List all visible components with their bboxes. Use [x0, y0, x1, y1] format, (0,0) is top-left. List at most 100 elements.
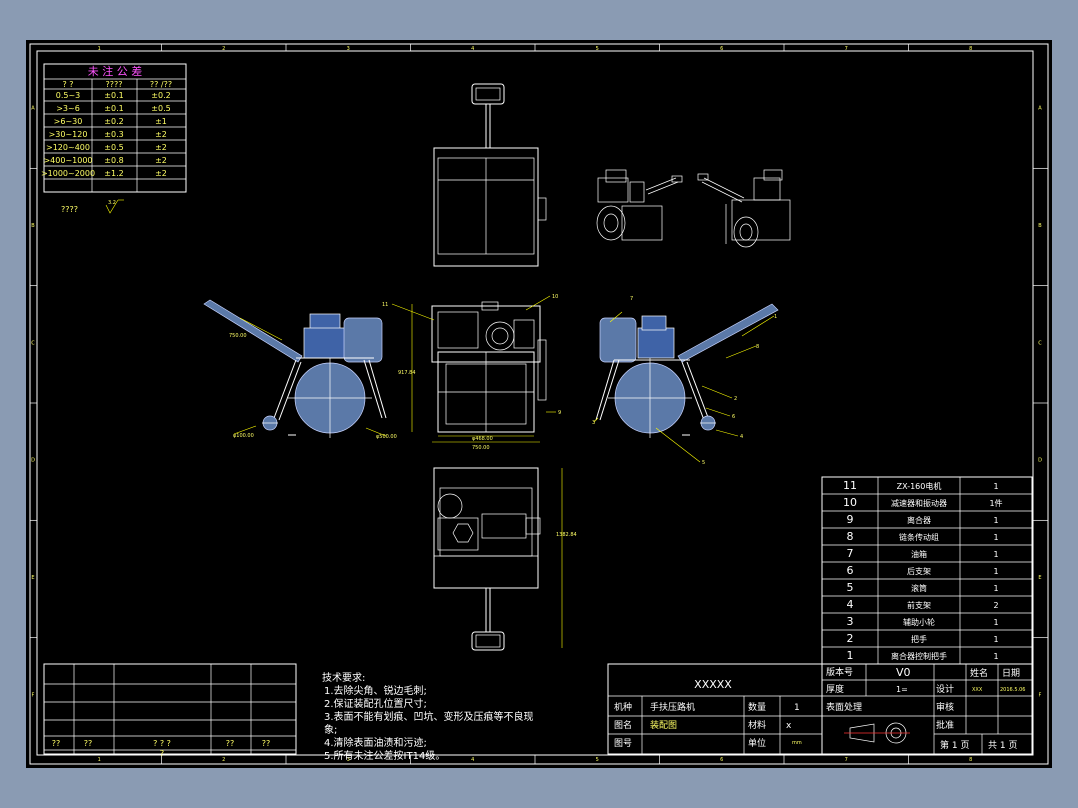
dim-plan-length: 1382.84 [556, 532, 577, 538]
callout-10: 10 [552, 294, 558, 300]
zone-row-B: B [1038, 223, 1042, 229]
revision-table: ???? ? ? ?????? [43, 663, 297, 758]
part-number: 7 [847, 547, 854, 560]
parts-list-row: 10 减速器和振动器 1件 [843, 496, 1003, 509]
tech-requirements-title: 技术要求: [322, 671, 365, 684]
dim-overall-height: 917.84 [398, 370, 416, 376]
page-total: 共 1 页 [988, 740, 1017, 751]
revision-label: ? ? ? [153, 739, 171, 748]
zone-col-5: 5 [596, 46, 599, 52]
part-number: 10 [843, 496, 857, 509]
model-value: 手扶压路机 [650, 701, 695, 713]
part-number: 5 [847, 581, 854, 594]
model-label: 机种 [614, 701, 632, 713]
zone-row-D: D [31, 458, 35, 464]
callout-3: 3 [592, 420, 595, 426]
tolerance-header: ???? [106, 80, 123, 89]
zone-row-E: E [1038, 575, 1041, 581]
part-number: 3 [847, 615, 854, 628]
zone-row-A: A [1038, 106, 1042, 112]
zone-row-C: C [1038, 340, 1042, 346]
parts-list-row: 5 滚筒 1 [847, 581, 999, 594]
tolerance-cell: >6~30 [54, 117, 83, 126]
zone-col-4: 4 [471, 757, 474, 763]
part-number: 6 [847, 564, 854, 577]
part-quantity: 1 [993, 635, 998, 644]
zone-row-C: C [31, 340, 35, 346]
tolerance-cell: ±2 [155, 130, 167, 139]
part-name: 离合器 [907, 515, 931, 525]
zone-col-7: 7 [845, 46, 848, 52]
unit-label: 单位 [748, 737, 766, 749]
name-label: 姓名 [970, 667, 988, 679]
top-view [433, 83, 547, 267]
material-value: x [786, 721, 792, 731]
part-quantity: 1 [993, 550, 998, 559]
tolerance-cell: ±0.1 [104, 104, 123, 113]
part-name: 后支架 [907, 566, 931, 576]
isometric-view-1 [596, 169, 683, 241]
isometric-view-2 [697, 169, 791, 248]
tolerance-cell: ±0.2 [151, 91, 170, 100]
tolerance-cell: >120~400 [46, 143, 90, 152]
tolerance-cell: ±0.5 [104, 143, 123, 152]
revision-label: ?? [84, 739, 93, 748]
callout-8: 8 [756, 344, 759, 350]
design-label: 设计 [936, 683, 954, 695]
part-quantity: 1 [993, 618, 998, 627]
plan-view: 1382.84 [433, 467, 577, 651]
part-name: 链条传动组 [899, 532, 939, 542]
callout-11: 11 [382, 302, 388, 308]
tech-requirement-item: 1.去除尖角、锐边毛刺; [324, 684, 427, 697]
thickness-label: 厚度 [826, 683, 844, 695]
tolerance-cell: ±0.2 [104, 117, 123, 126]
figure-name-value: 装配图 [650, 719, 677, 731]
callout-2: 2 [734, 396, 737, 402]
zone-col-6: 6 [720, 757, 723, 763]
zone-col-3: 3 [347, 46, 350, 52]
zone-col-5: 5 [596, 757, 599, 763]
parts-list-row: 6 后支架 1 [847, 564, 999, 577]
dim-handle-length-left: 750.00 [229, 333, 247, 339]
part-number: 2 [847, 632, 854, 645]
tolerance-cell: >3~6 [56, 104, 80, 113]
revision-label: ?? [226, 739, 235, 748]
part-number: 1 [847, 649, 854, 662]
zone-col-2: 2 [222, 46, 225, 52]
tolerance-table: 未 注 公 差 ? ????? ?? /?? 0.5~3 ±0.1 ±0.2 >3~6 ±0… [41, 63, 187, 193]
part-name: 油箱 [911, 549, 927, 559]
date-label: 日期 [1002, 668, 1020, 679]
version-value: V0 [896, 666, 911, 679]
zone-row-E: E [31, 575, 34, 581]
date-value: 2016.5.06 [1000, 687, 1025, 693]
tolerance-cell: ±1 [155, 117, 167, 126]
tolerance-cell: ±0.5 [151, 104, 170, 113]
zone-col-2: 2 [222, 757, 225, 763]
right-side-view: 7 1 8 2 6 4 3 5 [592, 296, 779, 466]
tolerance-cell: ±0.3 [104, 130, 123, 139]
roughness-note: ???? [61, 205, 78, 214]
tech-requirement-item: 2.保证装配孔位置尺寸; [324, 697, 427, 710]
zone-col-4: 4 [471, 46, 474, 52]
zone-col-1: 1 [98, 46, 101, 52]
designer-value: XXX [972, 687, 983, 693]
part-name: 离合器控制把手 [891, 651, 947, 661]
parts-list-row: 3 辅助小轮 1 [847, 615, 999, 628]
zone-row-A: A [31, 106, 35, 112]
part-name: 把手 [911, 634, 927, 644]
page-number: 第 1 页 [940, 739, 969, 751]
tolerance-cell: ±1.2 [104, 169, 123, 178]
part-quantity: 1 [993, 567, 998, 576]
engineering-drawing: 1122334455667788A AB BC CD DE EF F 未 注 公 差 ? ?… [29, 43, 1049, 765]
revision-label: ? [160, 749, 164, 758]
thickness-value: 1= [896, 685, 908, 694]
tolerance-cell: ±2 [155, 156, 167, 165]
zone-col-8: 8 [969, 757, 972, 763]
drawing-title: XXXXX [694, 678, 732, 691]
part-quantity: 2 [993, 601, 998, 610]
callout-6: 6 [732, 414, 735, 420]
parts-list-row: 2 把手 1 [847, 632, 999, 645]
part-quantity: 1 [993, 652, 998, 661]
review-label: 审核 [936, 701, 954, 713]
zone-row-F: F [1039, 692, 1042, 698]
